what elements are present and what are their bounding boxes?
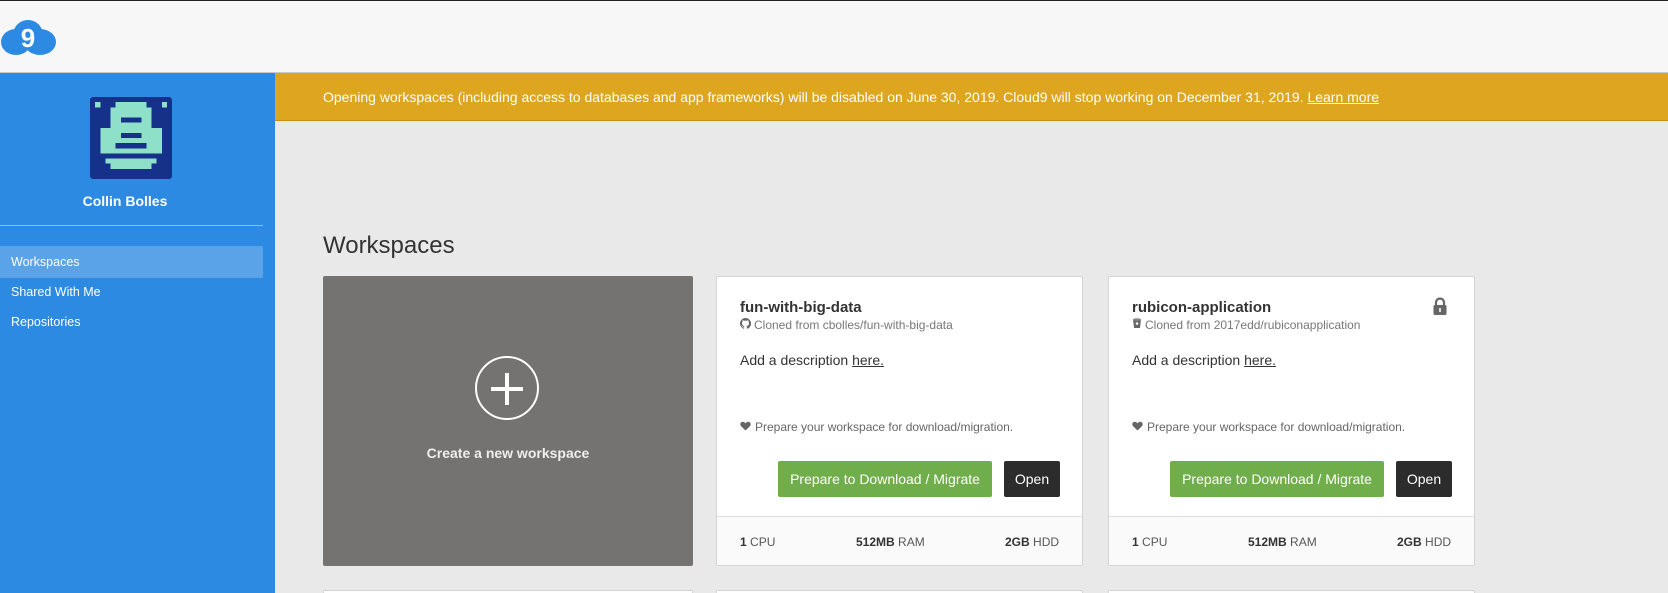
prep-note-text: Prepare your workspace for download/migr… <box>1147 420 1406 434</box>
workspace-description: Add a description here. <box>1132 352 1276 368</box>
workspace-source: Cloned from cbolles/fun-with-big-data <box>740 318 953 332</box>
svg-text:9: 9 <box>21 23 35 53</box>
bitbucket-icon <box>1132 318 1142 332</box>
plus-icon <box>475 356 539 420</box>
prep-note: Prepare your workspace for download/migr… <box>740 420 1013 434</box>
sidebar-divider <box>0 225 263 226</box>
create-workspace-card[interactable]: Create a new workspace <box>323 276 693 566</box>
github-icon <box>740 318 751 332</box>
workspace-name[interactable]: rubicon-application <box>1132 299 1271 316</box>
add-description-link[interactable]: here. <box>1244 352 1276 368</box>
workspace-source-text: Cloned from cbolles/fun-with-big-data <box>754 318 953 332</box>
banner-message: Opening workspaces (including access to … <box>323 89 1308 105</box>
ram-spec: 512MB RAM <box>1248 535 1317 549</box>
page-title: Workspaces <box>323 232 455 259</box>
sidebar-item-shared-with-me[interactable]: Shared With Me <box>0 276 263 308</box>
workspace-specs: 1 CPU 512MB RAM 2GB HDD <box>1109 516 1474 565</box>
add-description-link[interactable]: here. <box>852 352 884 368</box>
workspace-source-text: Cloned from 2017edd/rubiconapplication <box>1145 318 1361 332</box>
top-bar: 9 <box>0 0 1668 73</box>
prep-note: Prepare your workspace for download/migr… <box>1132 420 1405 434</box>
sidebar: Collin Bolles Workspaces Shared With Me … <box>0 73 275 593</box>
workspace-source: Cloned from 2017edd/rubiconapplication <box>1132 318 1360 332</box>
prep-note-text: Prepare your workspace for download/migr… <box>755 420 1014 434</box>
sidebar-item-repositories[interactable]: Repositories <box>0 306 263 338</box>
workspace-card: fun-with-big-data Cloned from cbolles/fu… <box>716 276 1083 566</box>
prepare-migrate-button[interactable]: Prepare to Download / Migrate <box>778 461 992 497</box>
description-prefix: Add a description <box>1132 352 1245 368</box>
lock-icon <box>1432 297 1448 315</box>
cloud9-logo-icon[interactable]: 9 <box>0 19 58 57</box>
hdd-spec: 2GB HDD <box>1397 535 1452 549</box>
workspace-card: rubicon-application Cloned from 2017edd/… <box>1108 276 1475 566</box>
ram-spec: 512MB RAM <box>856 535 925 549</box>
open-button[interactable]: Open <box>1396 461 1452 497</box>
heart-icon <box>740 420 751 434</box>
create-workspace-label: Create a new workspace <box>426 445 590 461</box>
user-name: Collin Bolles <box>82 193 168 209</box>
description-prefix: Add a description <box>740 352 853 368</box>
hdd-spec: 2GB HDD <box>1005 535 1060 549</box>
deprecation-banner: Opening workspaces (including access to … <box>275 73 1668 121</box>
prepare-migrate-button[interactable]: Prepare to Download / Migrate <box>1170 461 1384 497</box>
cpu-spec: 1 CPU <box>1132 535 1168 549</box>
workspace-specs: 1 CPU 512MB RAM 2GB HDD <box>717 516 1082 565</box>
learn-more-link[interactable]: Learn more <box>1307 89 1379 105</box>
open-button[interactable]: Open <box>1004 461 1060 497</box>
workspace-name[interactable]: fun-with-big-data <box>740 299 862 316</box>
cpu-spec: 1 CPU <box>740 535 776 549</box>
heart-icon <box>1132 420 1143 434</box>
sidebar-item-workspaces[interactable]: Workspaces <box>0 246 263 278</box>
pixel-avatar-icon[interactable] <box>90 97 172 179</box>
workspace-description: Add a description here. <box>740 352 884 368</box>
